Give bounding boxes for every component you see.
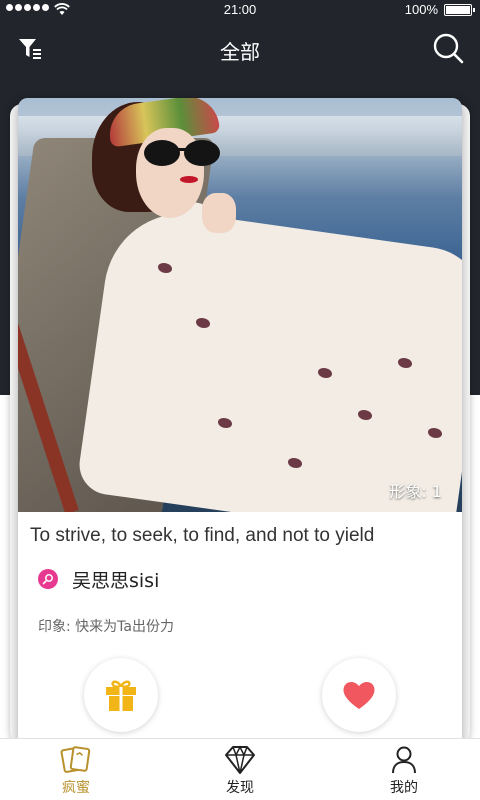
- tab-fengmi[interactable]: 疯蜜: [16, 739, 136, 800]
- like-button[interactable]: [322, 658, 396, 732]
- profile-photo[interactable]: 形象: 1: [18, 98, 462, 512]
- user-name: 吴思思sisi: [72, 569, 160, 592]
- cards-icon: [60, 746, 91, 773]
- tab-discover[interactable]: 发现: [180, 739, 300, 800]
- page-title: 全部: [220, 40, 260, 64]
- profile-card[interactable]: 形象: 1 To strive, to seek, to find, and n…: [18, 98, 462, 748]
- nav-bar: 全部: [0, 20, 480, 78]
- profile-quote: To strive, to seek, to find, and not to …: [30, 525, 375, 546]
- tab-label: 我的: [390, 780, 418, 796]
- image-count-label: 形象: 1: [389, 482, 442, 501]
- user-row[interactable]: 吴思思sisi: [38, 566, 159, 592]
- user-badge-icon: [38, 569, 58, 589]
- battery-icon: [444, 4, 475, 16]
- person-icon: [392, 746, 416, 774]
- battery-percentage: 100%: [404, 2, 438, 17]
- tab-label: 疯蜜: [62, 780, 90, 796]
- tab-label: 发现: [226, 780, 254, 796]
- search-icon[interactable]: [432, 32, 464, 64]
- impression-text: 印象: 快来为Ta出份力: [38, 619, 174, 635]
- diamond-icon: [225, 745, 255, 774]
- bottom-tab-bar: 疯蜜 发现 我的: [0, 738, 480, 800]
- gift-icon: [106, 680, 136, 711]
- tab-mine[interactable]: 我的: [344, 739, 464, 800]
- status-bar: 21:00 100%: [0, 0, 480, 20]
- gift-button[interactable]: [84, 658, 158, 732]
- heart-icon: [343, 681, 375, 709]
